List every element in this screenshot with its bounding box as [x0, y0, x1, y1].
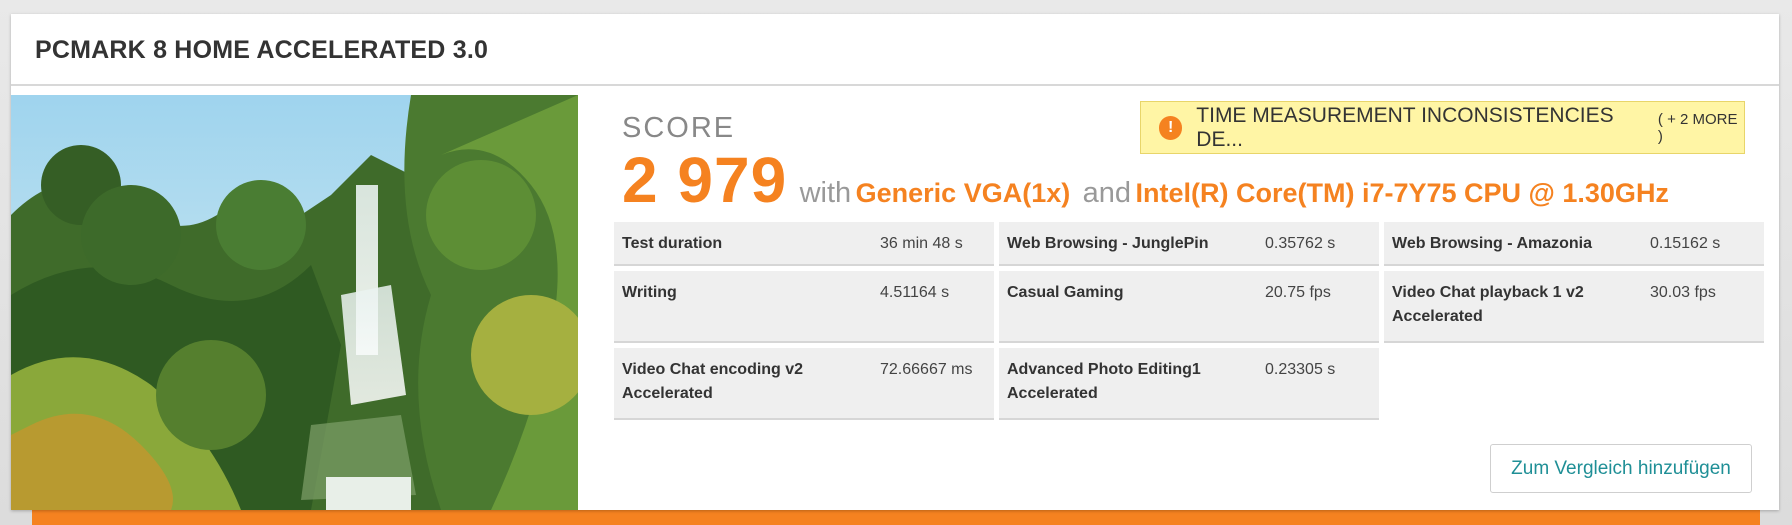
score-label: SCORE	[622, 112, 736, 144]
result-cell: Advanced Photo Editing1 Accelerated 0.23…	[999, 348, 1379, 420]
result-value: 36 min 48 s	[880, 235, 963, 252]
result-value: 72.66667 ms	[880, 361, 973, 378]
result-label: Video Chat playback 1 v2 Accelerated	[1392, 284, 1584, 325]
result-value: 30.03 fps	[1650, 284, 1716, 301]
result-cell: Video Chat playback 1 v2 Accelerated 30.…	[1384, 271, 1764, 343]
cpu-name: Intel(R) Core(TM) i7-7Y75 CPU @ 1.30GHz	[1135, 178, 1669, 208]
title-divider	[11, 84, 1779, 86]
benchmark-image-waterfall	[11, 95, 578, 510]
result-label: Writing	[622, 284, 677, 301]
result-label: Casual Gaming	[1007, 284, 1124, 301]
result-label: Advanced Photo Editing1 Accelerated	[1007, 361, 1201, 402]
result-cell: Video Chat encoding v2 Accelerated 72.66…	[614, 348, 994, 420]
result-value: 0.15162 s	[1650, 235, 1721, 252]
result-cell: Web Browsing - JunglePin 0.35762 s	[999, 222, 1379, 266]
benchmark-title: PCMARK 8 HOME ACCELERATED 3.0	[35, 36, 489, 64]
result-value: 0.23305 s	[1265, 361, 1336, 378]
score-and-text: and	[1082, 177, 1132, 209]
warning-more-link[interactable]: ( + 2 MORE )	[1658, 111, 1744, 145]
warning-banner[interactable]: ! TIME MEASUREMENT INCONSISTENCIES DE...…	[1140, 101, 1745, 154]
result-value: 0.35762 s	[1265, 235, 1336, 252]
result-value: 20.75 fps	[1265, 284, 1331, 301]
add-to-compare-button[interactable]: Zum Vergleich hinzufügen	[1490, 444, 1752, 493]
result-label: Test duration	[622, 235, 723, 252]
result-card: PCMARK 8 HOME ACCELERATED 3.0 SCORE 2 97…	[11, 14, 1779, 510]
score-with-text: with	[799, 177, 852, 209]
result-cell: Test duration 36 min 48 s	[614, 222, 994, 266]
empty-cell	[1384, 348, 1764, 420]
result-cell: Writing 4.51164 s	[614, 271, 994, 343]
score-value: 2 979	[622, 144, 788, 216]
exclamation-circle-icon: !	[1159, 115, 1183, 140]
result-value: 4.51164 s	[880, 284, 950, 301]
score-line: 2 979 with Generic VGA(1x) and Intel(R) …	[622, 143, 1669, 217]
result-cell: Casual Gaming 20.75 fps	[999, 271, 1379, 343]
result-label: Video Chat encoding v2 Accelerated	[622, 361, 804, 402]
warning-text: TIME MEASUREMENT INCONSISTENCIES DE...	[1196, 103, 1614, 151]
gpu-name: Generic VGA(1x)	[855, 178, 1071, 208]
result-label: Web Browsing - JunglePin	[1007, 235, 1209, 252]
result-cell: Web Browsing - Amazonia 0.15162 s	[1384, 222, 1764, 266]
results-grid: Test duration 36 min 48 s Web Browsing -…	[614, 222, 1765, 425]
result-label: Web Browsing - Amazonia	[1392, 235, 1593, 252]
